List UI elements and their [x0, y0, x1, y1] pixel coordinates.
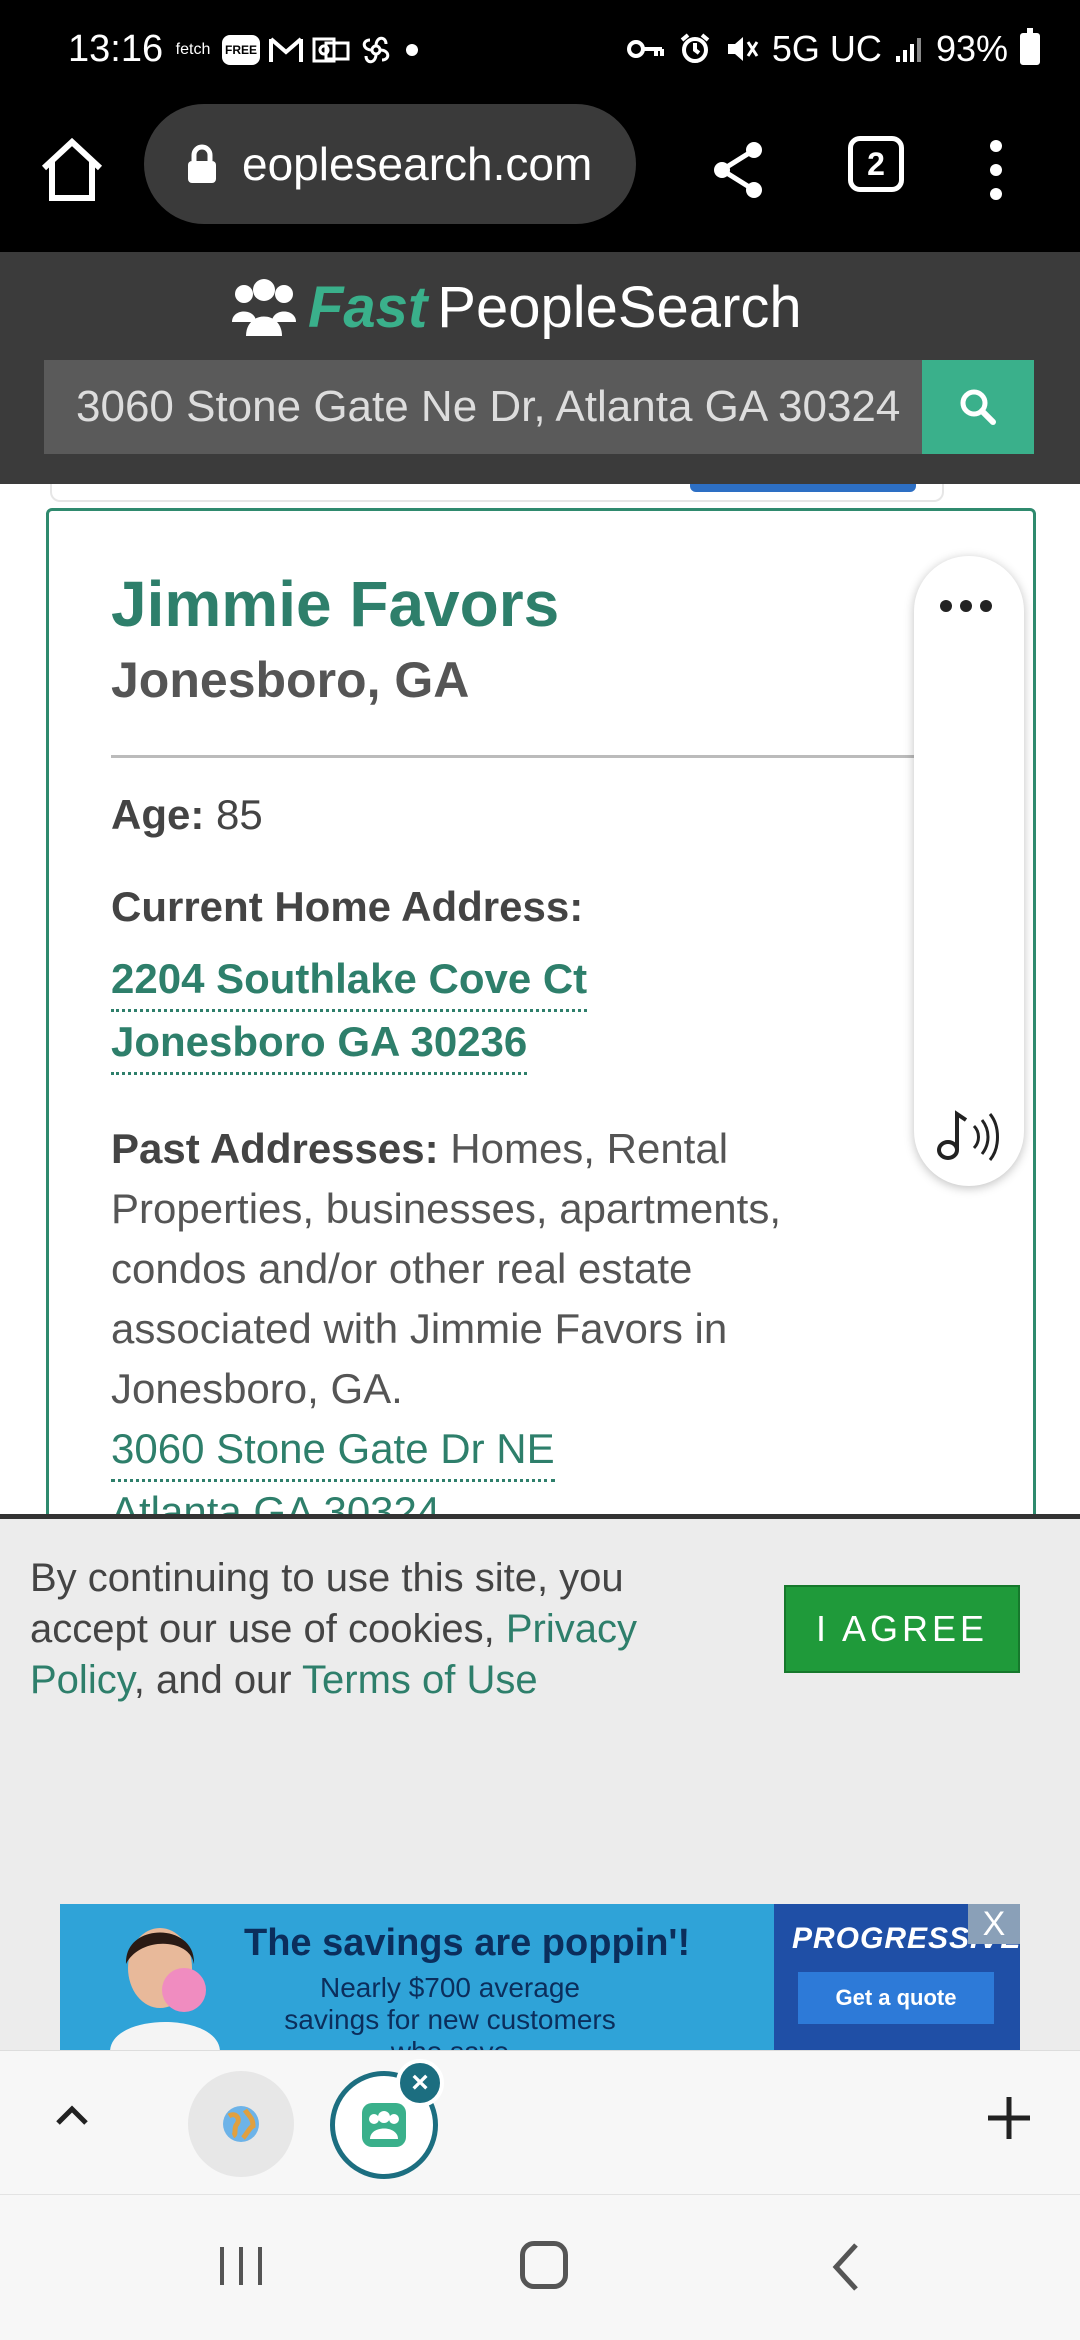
tab-globe[interactable] — [188, 2071, 294, 2177]
key-icon — [626, 40, 664, 58]
past-address-line2[interactable]: Atlanta GA 30324 — [111, 1482, 440, 1514]
search-icon — [960, 389, 996, 425]
past-addresses-label: Past Addresses: — [111, 1125, 439, 1172]
browser-toolbar: eoplesearch.com 2 — [0, 100, 1080, 252]
ad-close-button[interactable]: X — [968, 1904, 1020, 1944]
search-button[interactable] — [922, 360, 1034, 454]
person-result-card: Jimmie Favors Jonesboro, GA Age: 85 Curr… — [46, 508, 1036, 1514]
person-location: Jonesboro, GA — [111, 652, 470, 708]
pinwheel-icon — [358, 30, 394, 70]
home-icon[interactable] — [36, 134, 108, 206]
home-nav-icon[interactable] — [520, 2241, 568, 2289]
url-text: eoplesearch.com — [242, 138, 593, 190]
signal-icon — [895, 38, 921, 62]
logo-people-search-text: PeopleSearch — [437, 275, 802, 340]
status-time: 13:16 — [68, 28, 164, 70]
system-navigation-bar — [0, 2194, 1080, 2340]
current-address-link[interactable]: 2204 Southlake Cove Ct Jonesboro GA 3023… — [111, 949, 588, 1075]
site-favicon-icon — [362, 2103, 406, 2147]
alarm-icon — [680, 33, 710, 63]
tab-switcher-button[interactable]: 2 — [848, 136, 904, 192]
current-address-label: Current Home Address: — [111, 883, 584, 930]
logo-fast-text: Fast — [308, 275, 428, 340]
age-value: 85 — [216, 791, 263, 838]
battery-icon — [1020, 28, 1040, 65]
past-addresses-text: Past Addresses: Homes, Rental Properties… — [111, 1119, 891, 1419]
browser-tab-bar: × — [0, 2050, 1080, 2194]
share-icon[interactable] — [710, 140, 766, 200]
status-bar: 13:16 fetch FREE 5G UC 93% — [0, 0, 1080, 100]
age-label: Age: — [111, 791, 205, 838]
mute-icon — [727, 37, 759, 61]
address-bar[interactable]: eoplesearch.com — [144, 104, 636, 224]
recent-apps-icon[interactable] — [216, 2241, 266, 2291]
new-tab-icon[interactable] — [984, 2093, 1034, 2143]
previous-result-button-edge[interactable] — [690, 484, 916, 492]
back-icon[interactable] — [826, 2239, 866, 2295]
past-address-link[interactable]: 3060 Stone Gate Dr NE Atlanta GA 30324 — [111, 1419, 555, 1514]
lock-icon — [188, 144, 216, 183]
ad-person-image — [110, 1928, 220, 2050]
gmail-icon — [268, 30, 304, 70]
fetch-icon: fetch — [175, 41, 211, 58]
site-logo[interactable]: Fast PeopleSearch — [230, 274, 802, 341]
globe-icon — [223, 2106, 259, 2142]
read-aloud-icon[interactable] — [934, 1104, 1002, 1164]
network-label: 5G UC — [771, 28, 882, 69]
more-options-icon[interactable] — [940, 600, 992, 612]
cookie-text-middle: , and our — [133, 1658, 303, 1702]
agree-button[interactable]: I AGREE — [784, 1585, 1020, 1673]
dot-icon — [402, 30, 422, 70]
chevron-up-icon[interactable] — [52, 2101, 92, 2131]
search-input[interactable]: 3060 Stone Gate Ne Dr, Atlanta GA 30324 — [44, 360, 922, 454]
ad-title: The savings are poppin'! — [244, 1922, 691, 1964]
ad-subtitle: Nearly $700 average savings for new cust… — [284, 1972, 616, 2050]
age-row: Age: 85 — [111, 791, 263, 839]
ad-get-quote-button[interactable]: Get a quote — [798, 1972, 994, 2024]
close-tab-button[interactable]: × — [396, 2059, 444, 2107]
current-address-line2[interactable]: Jonesboro GA 30236 — [111, 1012, 528, 1075]
terms-of-use-link[interactable]: Terms of Use — [302, 1658, 538, 1702]
floating-side-panel — [914, 556, 1024, 1186]
person-name[interactable]: Jimmie Favors — [111, 567, 559, 641]
overflow-menu-icon[interactable] — [984, 140, 1008, 200]
past-address-line1[interactable]: 3060 Stone Gate Dr NE — [111, 1419, 555, 1482]
cookie-message: By continuing to use this site, you acce… — [30, 1553, 750, 1706]
free-icon: FREE — [222, 35, 260, 65]
status-right: 5G UC 93% — [626, 28, 1040, 70]
site-header: Fast PeopleSearch 3060 Stone Gate Ne Dr,… — [0, 252, 1080, 484]
advertisement-banner[interactable]: The savings are poppin'! Nearly $700 ave… — [60, 1904, 1020, 2050]
current-address-line1[interactable]: 2204 Southlake Cove Ct — [111, 949, 588, 1012]
battery-percent: 93% — [935, 28, 1008, 69]
notification-icons: fetch FREE — [172, 30, 422, 70]
people-icon — [232, 278, 296, 336]
card-divider — [111, 755, 963, 758]
outlook-icon — [312, 30, 350, 70]
